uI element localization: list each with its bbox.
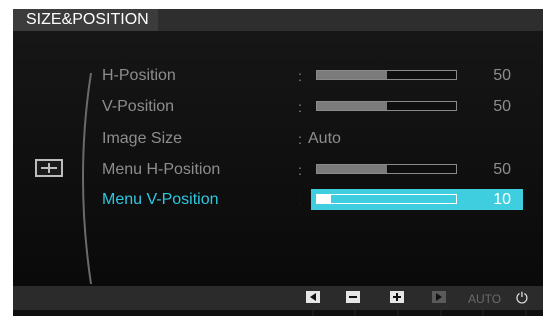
- plus-button[interactable]: [390, 290, 404, 304]
- menu-item-v-position[interactable]: V-Position : 50: [102, 96, 522, 118]
- top-border: [13, 0, 543, 9]
- minus-button[interactable]: [346, 290, 360, 304]
- menu-item-label: Menu H-Position: [102, 161, 221, 178]
- v-position-value: 50: [493, 98, 511, 115]
- play-icon: [436, 293, 442, 301]
- separator: :: [298, 131, 302, 147]
- button-marker: [397, 310, 399, 316]
- slider-fill: [317, 165, 387, 173]
- menu-item-image-size[interactable]: Image Size : Auto: [102, 128, 522, 150]
- button-marker: [525, 310, 527, 316]
- h-position-slider[interactable]: [316, 70, 457, 80]
- play-button[interactable]: [432, 290, 446, 304]
- osd-window: SIZE&POSITION H-Position : 50 V-Position…: [13, 0, 543, 316]
- menu-v-position-value: 10: [493, 191, 511, 208]
- minus-icon: [349, 296, 357, 298]
- h-position-value: 50: [493, 67, 511, 84]
- menu-item-menu-v-position[interactable]: Menu V-Position : 10: [102, 189, 522, 211]
- button-marker: [482, 310, 484, 316]
- menu-item-menu-h-position[interactable]: Menu H-Position : 50: [102, 159, 522, 181]
- separator: :: [298, 68, 302, 84]
- menu-h-position-slider[interactable]: [316, 164, 457, 174]
- separator: :: [298, 99, 302, 115]
- button-marker: [440, 310, 442, 316]
- menu-item-label: Menu V-Position: [102, 191, 219, 208]
- button-guide-bar: AUTO ⏻: [13, 286, 543, 310]
- separator: :: [298, 192, 302, 208]
- menu-item-label: V-Position: [102, 98, 175, 115]
- image-size-value: Auto: [308, 130, 341, 147]
- slider-fill: [317, 71, 387, 79]
- menu-arc: [82, 72, 92, 285]
- button-marker: [354, 310, 356, 316]
- menu-item-h-position[interactable]: H-Position : 50: [102, 65, 522, 87]
- size-position-icon: [35, 159, 63, 177]
- button-marker: [312, 310, 314, 316]
- power-icon: ⏻: [516, 290, 528, 307]
- menu-v-position-slider[interactable]: [316, 194, 457, 204]
- left-arrow-button[interactable]: [306, 290, 320, 304]
- power-button[interactable]: ⏻: [516, 290, 528, 307]
- separator: :: [298, 162, 302, 178]
- slider-fill: [317, 195, 331, 203]
- v-position-slider[interactable]: [316, 101, 457, 111]
- title-bar: SIZE&POSITION: [13, 9, 543, 31]
- left-arrow-icon: [310, 293, 316, 301]
- auto-label: AUTO: [468, 292, 502, 306]
- menu-item-label: Image Size: [102, 130, 183, 147]
- menu-title: SIZE&POSITION: [13, 9, 158, 31]
- menu-item-label: H-Position: [102, 67, 176, 84]
- slider-fill: [317, 102, 387, 110]
- menu-h-position-value: 50: [493, 161, 511, 178]
- auto-button[interactable]: AUTO: [468, 290, 502, 306]
